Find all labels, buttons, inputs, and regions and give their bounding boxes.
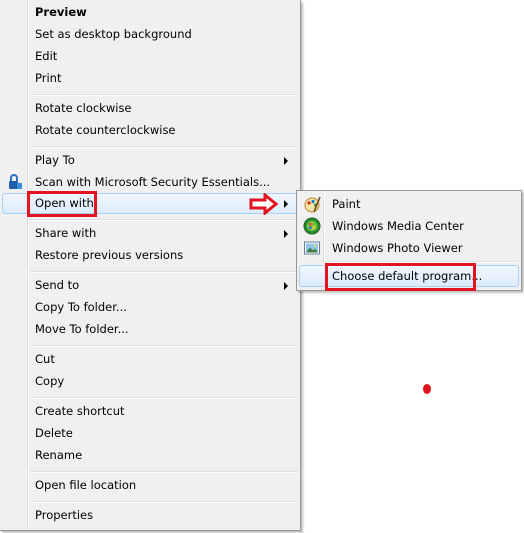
menu-item-set-as-desktop-background[interactable]: Set as desktop background [2,24,298,45]
menu-item-preview[interactable]: Preview [2,2,298,23]
menu-item-rotate-counterclockwise[interactable]: Rotate counterclockwise [2,120,298,141]
menu-item-label: Cut [35,352,55,366]
menu-item-edit[interactable]: Edit [2,46,298,67]
menu-separator [30,146,298,148]
menu-item-play-to[interactable]: Play To [2,150,298,171]
menu-item-label: Share with [35,226,97,240]
menu-item-rotate-clockwise[interactable]: Rotate clockwise [2,98,298,119]
menu-item-copy[interactable]: Copy [2,371,298,392]
red-arrow-icon [249,193,279,215]
submenu-item-label: Paint [332,197,361,211]
submenu-item-label: Windows Media Center [332,219,464,233]
menu-item-rename[interactable]: Rename [2,445,298,466]
screenshot-root: Preview Set as desktop background Edit P… [0,0,524,533]
submenu-arrow-icon [284,230,288,238]
context-menu: Preview Set as desktop background Edit P… [0,0,301,531]
menu-item-label: Play To [35,153,75,167]
menu-item-label: Send to [35,278,80,292]
menu-separator [30,219,298,221]
menu-separator [30,94,298,96]
menu-item-move-to-folder[interactable]: Move To folder... [2,319,298,340]
menu-item-label: Copy To folder... [35,300,127,314]
submenu-arrow-icon [284,282,288,290]
menu-item-share-with[interactable]: Share with [2,223,298,244]
menu-item-label: Restore previous versions [35,248,184,262]
menu-item-label: Open file location [35,478,137,492]
menu-item-open-file-location[interactable]: Open file location [2,475,298,496]
menu-item-delete[interactable]: Delete [2,423,298,444]
windows-media-center-icon [303,217,321,235]
menu-item-label: Rename [35,448,83,462]
paint-icon [304,196,321,213]
menu-item-send-to[interactable]: Send to [2,275,298,296]
red-dot-mark [423,384,431,394]
menu-item-scan-with-mse[interactable]: Scan with Microsoft Security Essentials.… [2,172,298,193]
submenu-arrow-icon [284,200,288,208]
menu-item-cut[interactable]: Cut [2,349,298,370]
menu-separator [30,345,298,347]
menu-item-label: Print [35,71,62,85]
menu-item-print[interactable]: Print [2,68,298,89]
submenu-item-windows-media-center[interactable]: Windows Media Center [299,215,519,237]
submenu-item-paint[interactable]: Paint [299,193,519,215]
open-with-highlight-box [27,191,97,217]
menu-item-label: Move To folder... [35,322,129,336]
menu-item-label: Rotate clockwise [35,101,132,115]
menu-item-label: Properties [35,508,94,522]
submenu-arrow-icon [284,157,288,165]
submenu-item-windows-photo-viewer[interactable]: Windows Photo Viewer [299,237,519,259]
menu-item-create-shortcut[interactable]: Create shortcut [2,401,298,422]
choose-default-program-highlight-box [325,263,476,291]
menu-item-label: Copy [35,374,65,388]
menu-separator [30,271,298,273]
menu-item-label: Create shortcut [35,404,125,418]
menu-separator [30,471,298,473]
submenu-item-label: Windows Photo Viewer [332,241,463,255]
menu-item-label: Scan with Microsoft Security Essentials.… [35,175,271,189]
menu-item-properties[interactable]: Properties [2,505,298,526]
menu-item-restore-previous-versions[interactable]: Restore previous versions [2,245,298,266]
microsoft-security-essentials-icon [9,174,22,189]
menu-item-label: Edit [35,49,58,63]
windows-photo-viewer-icon [304,241,320,255]
menu-separator [30,397,298,399]
menu-separator [30,501,298,503]
menu-item-copy-to-folder[interactable]: Copy To folder... [2,297,298,318]
menu-item-label: Preview [35,5,87,19]
menu-item-label: Rotate counterclockwise [35,123,176,137]
menu-item-label: Set as desktop background [35,27,192,41]
menu-item-label: Delete [35,426,73,440]
